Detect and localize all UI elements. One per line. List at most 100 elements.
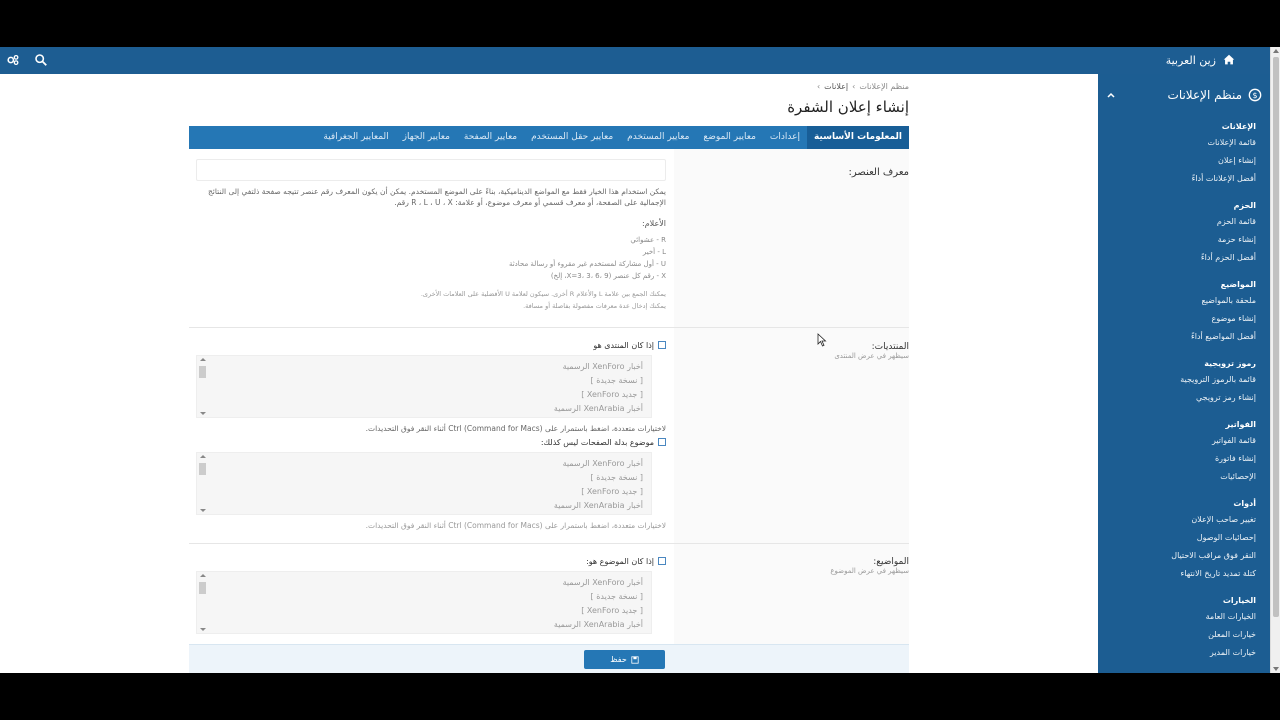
home-label: زين العربية xyxy=(1165,53,1216,67)
mouse-cursor-icon xyxy=(817,333,827,347)
threads-include-select[interactable]: أخبار XenForo الرسمية [ نسخة جديدة ] [ ج… xyxy=(196,571,652,634)
scroll-up-icon[interactable] xyxy=(1273,49,1279,53)
sidebar-item[interactable]: إنشاء موضوع xyxy=(1106,310,1256,328)
threads-hint: سيظهر في عرض الموضوع xyxy=(830,567,909,575)
tab-item[interactable]: معايير الجهاز xyxy=(396,126,457,149)
sidebar-item[interactable]: إحصائيات الوصول xyxy=(1106,529,1256,547)
forums-hint: سيظهر في عرض المنتدى xyxy=(834,352,909,360)
breadcrumb: منظم الإعلانات › إعلانات › xyxy=(817,82,909,91)
select-option[interactable]: [ جديد XenForo ] xyxy=(205,604,643,618)
sidebar-item[interactable]: كتلة تمديد تاريخ الانتهاء xyxy=(1106,565,1257,583)
checkbox[interactable] xyxy=(658,557,666,565)
sidebar-item[interactable]: خيارات المدير xyxy=(1106,644,1256,662)
search-icon[interactable] xyxy=(34,53,48,67)
scroll-thumb[interactable] xyxy=(1273,57,1279,617)
select-option[interactable]: [ جديد XenForo ] xyxy=(205,485,643,499)
checkbox-label: موضوع بدلة الصفحات ليس كذلك: xyxy=(540,437,654,447)
svg-text:$: $ xyxy=(1252,91,1257,100)
ids-note: يمكنك إدخال عدة معرفات مفصولة بفاصلة أو … xyxy=(523,301,666,310)
forums-include-option[interactable]: إذا كان المنتدى هو xyxy=(196,339,666,351)
forums-exclude-option[interactable]: موضوع بدلة الصفحات ليس كذلك: xyxy=(196,436,666,448)
sidebar-item[interactable]: أفضل الإعلانات أداءً xyxy=(1106,170,1256,188)
sidebar-header[interactable]: $ منظم الإعلانات xyxy=(1168,88,1262,102)
sidebar-item[interactable]: الإحصائيات xyxy=(1106,468,1256,486)
sidebar-group: المواضيع ملحقة بالمواضيع إنشاء موضوع أفضل ا… xyxy=(1106,278,1256,346)
sidebar-group-title: أدوات xyxy=(1233,499,1256,508)
breadcrumb-current[interactable]: إعلانات xyxy=(824,82,848,91)
top-bar-tools xyxy=(6,53,48,67)
select-option[interactable]: [ جديد XenForo ] xyxy=(205,388,643,402)
checkbox[interactable] xyxy=(658,341,666,349)
sidebar-item[interactable]: إنشاء إعلان xyxy=(1106,152,1256,170)
save-button[interactable]: حفظ xyxy=(584,650,665,669)
sidebar-group-title: رموز ترويجية xyxy=(1204,359,1256,368)
sidebar-group-title: المواضيع xyxy=(1220,280,1256,289)
threads-field: إذا كان الموضوع هو: أخبار XenForo الرسمي… xyxy=(196,555,666,634)
save-label: حفظ xyxy=(610,655,627,664)
element-id-label: معرف العنصر: xyxy=(848,167,909,178)
sidebar-item[interactable]: ملحقة بالمواضيع xyxy=(1106,292,1256,310)
element-id-explain: يمكن استخدام هذا الخيار فقط مع المواضع ا… xyxy=(207,187,666,207)
tab-item[interactable]: معايير المستخدم xyxy=(620,126,696,149)
multi-select-hint: لاختيارات متعددة، اضغط باستمرار على Ctrl… xyxy=(365,521,666,530)
select-option[interactable]: أخبار XenForo الرسمية xyxy=(205,457,643,471)
scroll-down-icon[interactable] xyxy=(1273,667,1279,671)
tab-item[interactable]: المعلومات الأساسية xyxy=(806,126,909,149)
home-icon xyxy=(1223,54,1235,65)
sidebar-item[interactable]: قائمة بالرموز الترويجية xyxy=(1106,371,1256,389)
forums-label: المنتديات: xyxy=(871,342,909,352)
element-id-label-block: معرف العنصر: xyxy=(684,167,909,178)
sidebar-item[interactable]: الخيارات العامة xyxy=(1106,608,1256,626)
threads-label-block: المواضيع: سيظهر في عرض الموضوع xyxy=(684,557,909,575)
sidebar-item[interactable]: أفضل المواضيع أداءً xyxy=(1106,328,1256,346)
sidebar-item[interactable]: خيارات المعلن xyxy=(1106,626,1256,644)
element-id-input[interactable] xyxy=(196,159,666,181)
sidebar-item[interactable]: إنشاء رمز ترويجي xyxy=(1106,389,1256,407)
sidebar-group: الحزم قائمة الحزم إنشاء حزمة أفضل الحزم أدا… xyxy=(1106,199,1256,267)
select-option[interactable]: أخبار XenArabia الرسمية xyxy=(205,618,643,632)
select-option[interactable]: أخبار XenArabia الرسمية xyxy=(205,499,643,513)
select-scrollbar[interactable] xyxy=(199,455,207,512)
forums-include-select[interactable]: أخبار XenForo الرسمية [ نسخة جديدة ] [ ج… xyxy=(196,355,652,418)
sidebar-item[interactable]: قائمة الفواتير xyxy=(1106,432,1256,450)
select-scrollbar[interactable] xyxy=(199,574,207,631)
breadcrumb-root[interactable]: منظم الإعلانات xyxy=(859,82,909,91)
home-link[interactable]: زين العربية xyxy=(1166,53,1236,67)
flag-item: R - عشوائي xyxy=(630,235,666,244)
sidebar-item[interactable]: تغيير صاحب الإعلان xyxy=(1106,511,1256,529)
breadcrumb-separator: › xyxy=(852,82,856,91)
form-submit-row: حفظ xyxy=(189,644,909,673)
settings-icon[interactable] xyxy=(6,53,20,67)
checkbox-label: إذا كان الموضوع هو: xyxy=(586,556,654,566)
chevron-up-icon[interactable] xyxy=(1106,90,1116,100)
form-content: معرف العنصر: يمكن استخدام هذا الخيار فقط… xyxy=(189,149,909,673)
select-option[interactable]: [ نسخة جديدة ] xyxy=(205,374,643,388)
sidebar-item[interactable]: النقر فوق مراقب الاحتيال xyxy=(1106,547,1256,565)
select-option[interactable]: [ نسخة جديدة ] xyxy=(205,471,643,485)
forums-label-block: المنتديات: سيظهر في عرض المنتدى xyxy=(684,342,909,360)
threads-include-option[interactable]: إذا كان الموضوع هو: xyxy=(196,555,666,567)
tab-item[interactable]: معايير حقل المستخدم xyxy=(524,126,620,149)
checkbox[interactable] xyxy=(658,438,666,446)
sidebar-item[interactable]: قائمة الإعلانات xyxy=(1106,134,1256,152)
select-option[interactable]: أخبار XenForo الرسمية xyxy=(205,576,643,590)
sidebar-item[interactable]: إنشاء فاتورة xyxy=(1106,450,1256,468)
select-option[interactable]: [ نسخة جديدة ] xyxy=(205,590,643,604)
tab-item[interactable]: المعايير الجغرافية xyxy=(316,126,395,149)
tab-item[interactable]: إعدادات xyxy=(763,126,807,149)
forums-exclude-select[interactable]: أخبار XenForo الرسمية [ نسخة جديدة ] [ ج… xyxy=(196,452,652,515)
sidebar-group-title: الخيارات xyxy=(1222,596,1256,605)
tab-item[interactable]: معايير الصفحة xyxy=(457,126,524,149)
select-option[interactable]: أخبار XenForo الرسمية xyxy=(205,360,643,374)
sidebar-item[interactable]: أفضل الحزم أداءً xyxy=(1106,249,1256,267)
sidebar-group-title: الفواتير xyxy=(1225,420,1256,429)
tab-item[interactable]: معايير الموضع xyxy=(696,126,762,149)
select-scrollbar[interactable] xyxy=(199,358,207,415)
sidebar-item[interactable]: قائمة الحزم xyxy=(1106,213,1256,231)
sidebar-item[interactable]: إنشاء حزمة xyxy=(1106,231,1256,249)
sidebar-title: منظم الإعلانات xyxy=(1167,88,1242,102)
select-option[interactable]: أخبار XenArabia الرسمية xyxy=(205,402,643,416)
page-scrollbar[interactable] xyxy=(1270,47,1280,673)
element-id-field: يمكن استخدام هذا الخيار فقط مع المواضع ا… xyxy=(196,159,666,311)
label-column xyxy=(674,149,909,673)
